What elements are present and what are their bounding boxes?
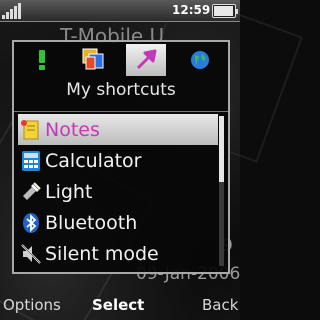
shortcut-list: Notes Calculator Light Bluetooth Silent … [18,114,218,269]
list-item-label: Bluetooth [45,211,138,234]
status-clock: 12:59 [172,3,211,17]
notes-icon [19,118,43,142]
softkey-bar: Options Select Back [0,292,240,320]
list-item-notes[interactable]: Notes [18,114,218,145]
list-item-silent-mode[interactable]: Silent mode [18,238,218,269]
overlapping-windows-icon [82,48,104,70]
calculator-icon [19,149,43,173]
arrow-up-right-icon [136,49,157,70]
list-item-label: Silent mode [45,242,159,265]
popup-title: My shortcuts [66,80,176,100]
list-item-calculator[interactable]: Calculator [18,145,218,176]
silent-mode-icon [19,242,43,266]
select-softkey[interactable]: Select [92,296,144,314]
signal-strength-icon [2,3,21,19]
list-item-bluetooth[interactable]: Bluetooth [18,207,218,238]
shortcut-tabs [16,44,226,76]
scrollbar-thumb[interactable] [219,116,224,182]
globe-icon [191,51,209,69]
list-scrollbar[interactable] [219,116,224,266]
bluetooth-icon [19,211,43,235]
shortcuts-popup: My shortcuts Notes Calculator Light Blue… [12,40,230,274]
battery-level [214,6,233,16]
tab-internet[interactable] [180,44,220,76]
flashlight-icon [19,180,43,204]
battery-icon [212,4,238,18]
status-bar: 12:59 [0,0,240,22]
options-softkey[interactable]: Options [3,296,61,314]
tab-my-shortcuts[interactable] [126,44,166,76]
list-item-label: Calculator [45,149,142,172]
list-item-label: Notes [45,118,100,141]
list-item-label: Light [45,180,93,203]
back-softkey[interactable]: Back [202,296,238,314]
title-divider [14,111,228,112]
tab-running-apps[interactable] [74,44,114,76]
exclamation-icon [39,50,45,70]
tab-notifications[interactable] [22,44,62,76]
list-item-light[interactable]: Light [18,176,218,207]
